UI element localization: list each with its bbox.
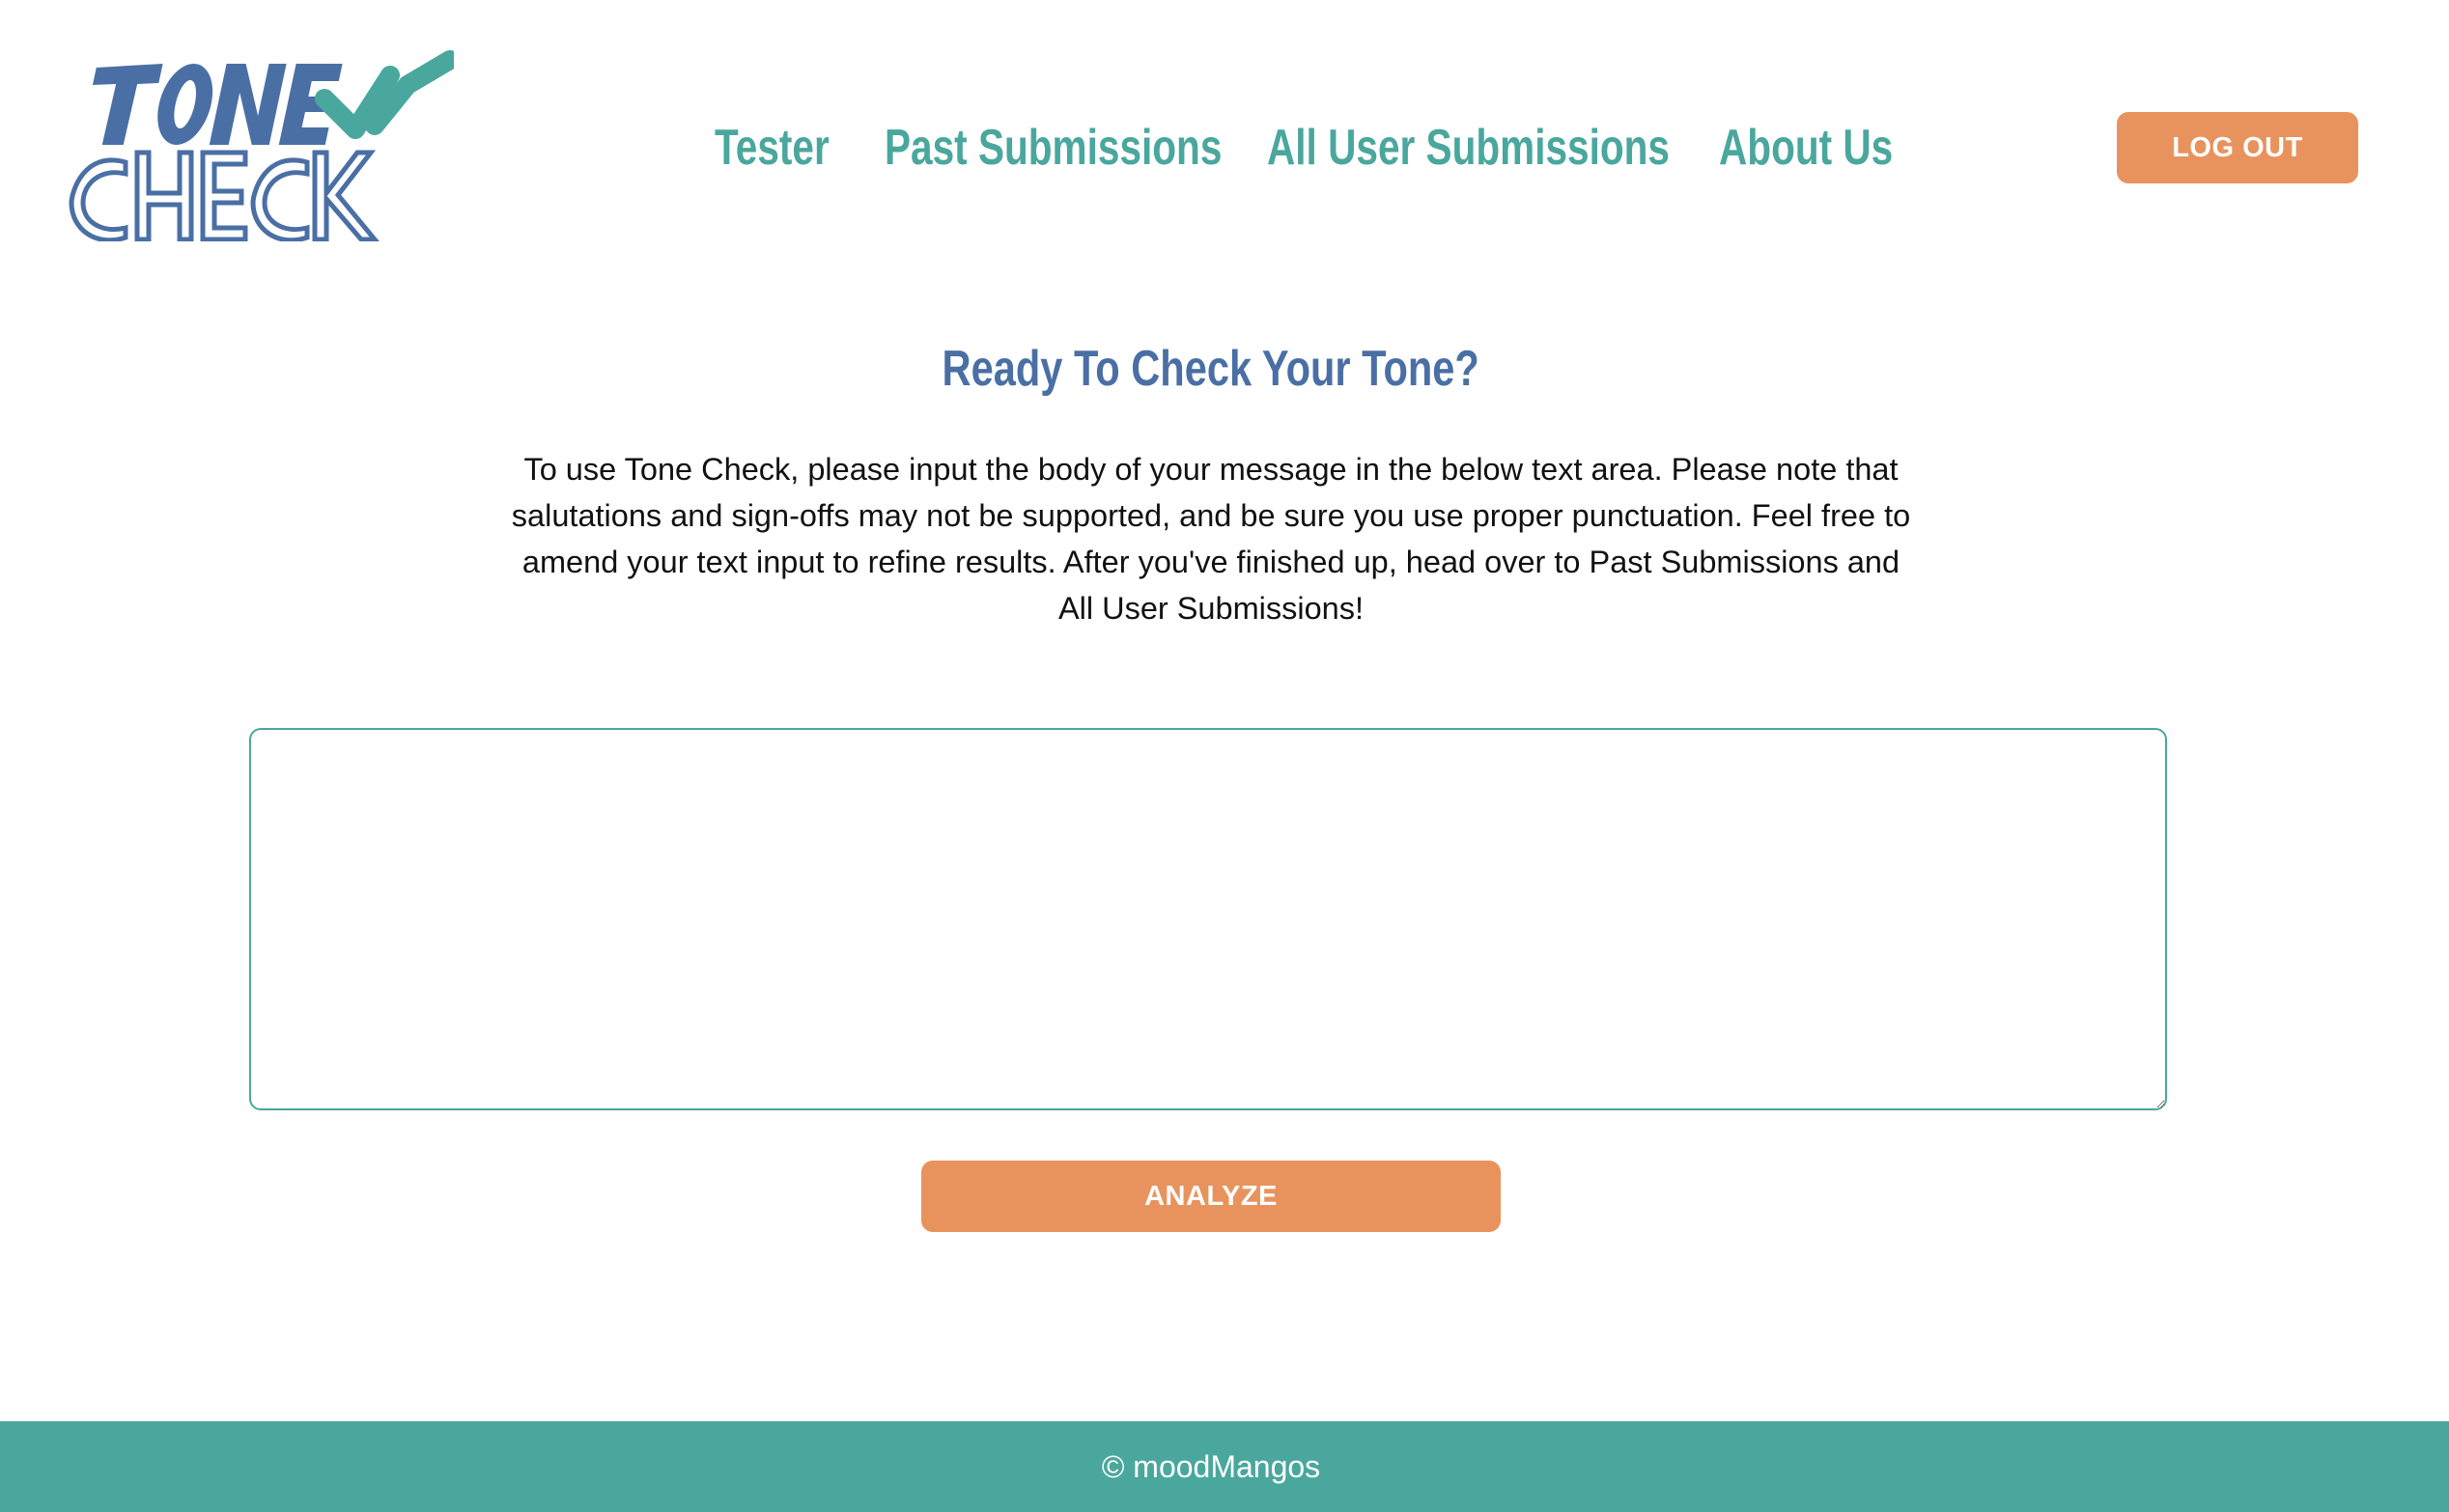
nav-about-us[interactable]: About Us <box>1719 114 1893 182</box>
intro-text: To use Tone Check, please input the body… <box>511 452 1911 626</box>
logout-button[interactable]: LOG OUT <box>2117 112 2358 183</box>
nav-past-submissions[interactable]: Past Submissions <box>885 114 1222 182</box>
page-title-text: Ready To Check Your Tone? <box>942 341 1480 397</box>
footer-copyright: © moodMangos <box>1101 1448 1321 1484</box>
nav-all-user-submissions[interactable]: All User Submissions <box>1267 114 1670 182</box>
tone-check-logo[interactable] <box>68 48 454 241</box>
main-nav: Tester Past Submissions All User Submiss… <box>715 114 1902 182</box>
analyze-button[interactable]: ANALYZE <box>921 1161 1501 1232</box>
message-textarea[interactable] <box>249 728 2167 1110</box>
footer: © moodMangos <box>0 1421 2449 1512</box>
nav-tester[interactable]: Tester <box>715 114 830 182</box>
page: Tester Past Submissions All User Submiss… <box>0 0 2449 1512</box>
page-title: Ready To Check Your Tone? <box>0 340 2422 398</box>
